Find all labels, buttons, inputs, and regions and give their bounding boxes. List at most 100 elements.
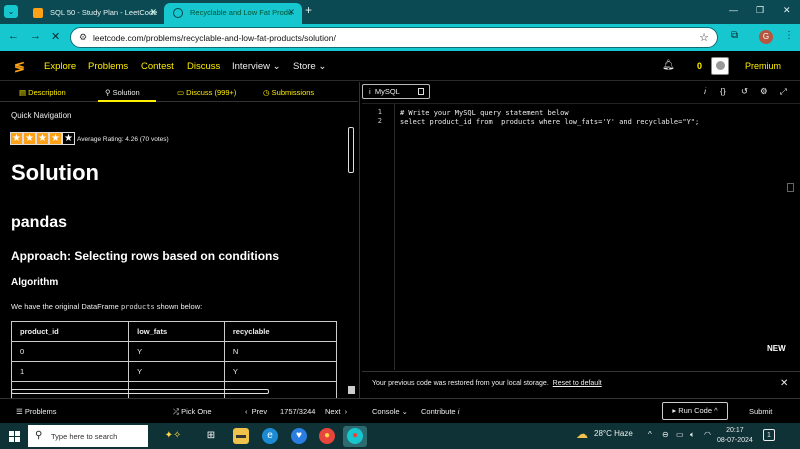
chevron-up-icon[interactable]: ^ (648, 430, 652, 439)
loading-icon (173, 8, 183, 18)
code-line-query[interactable]: select product_id from products where lo… (400, 118, 699, 126)
leetcode-logo-icon[interactable]: ≶ (14, 59, 25, 75)
search-placeholder: Type here to search (51, 432, 118, 441)
coin-count[interactable]: 0 (697, 61, 702, 71)
active-tab-indicator (98, 100, 156, 102)
reset-icon[interactable]: ↺ (741, 86, 748, 97)
file-explorer-icon[interactable]: ▬ (233, 428, 249, 444)
rating-stars[interactable]: ★ ★ ★ ★ ★ (10, 132, 75, 145)
volume-icon[interactable]: 🔈︎ (690, 430, 695, 440)
run-code-button[interactable]: ▸ Run Code ^ (662, 402, 728, 420)
nav-explore[interactable]: Explore (44, 61, 76, 72)
console-label: Console (372, 407, 400, 416)
prev-button[interactable]: ‹ Prev (245, 407, 267, 416)
tab-search-icon[interactable]: ⌄ (4, 5, 18, 18)
submit-button[interactable]: Submit (749, 407, 772, 416)
windows-start-icon[interactable] (9, 431, 20, 442)
chrome-icon[interactable]: ● (347, 428, 363, 444)
scroll-down-arrow[interactable] (348, 386, 355, 394)
edge-icon[interactable]: e (262, 428, 278, 444)
battery-icon[interactable]: ▭ (676, 430, 684, 439)
onedrive-icon[interactable]: ⊖ (662, 430, 669, 439)
close-tab-icon[interactable]: ✕ (287, 3, 295, 22)
tab-solution[interactable]: ⚲ Solution (105, 88, 140, 97)
next-button[interactable]: Next › (325, 407, 347, 416)
restore-icon[interactable]: ❐ (756, 5, 764, 16)
reset-to-default-link[interactable]: Reset to default (553, 380, 602, 387)
star-icon[interactable]: ★ (36, 132, 49, 145)
user-avatar[interactable] (711, 57, 729, 75)
copy-icon[interactable] (787, 183, 794, 192)
table-cell: Y (223, 361, 338, 382)
run-code-label: Run Code (678, 406, 713, 415)
site-info-icon[interactable]: ⚙ (79, 32, 87, 43)
back-icon[interactable]: ← (8, 30, 19, 42)
chevron-down-icon: ⌄ (272, 61, 281, 72)
address-bar[interactable]: ⚙ leetcode.com/problems/recyclable-and-l… (70, 27, 718, 48)
stop-icon[interactable]: ✕ (51, 30, 60, 43)
table-cell: N (223, 341, 338, 362)
premium-link[interactable]: Premium (745, 61, 781, 71)
minimize-icon[interactable]: — (729, 5, 738, 15)
browser-tab-study-plan[interactable]: SQL 50 - Study Plan - LeetCode ✕ (24, 3, 164, 24)
nav-interview[interactable]: Interview ⌄ (232, 61, 281, 72)
contribute-label: Contribute (421, 407, 456, 416)
menu-kebab-icon[interactable]: ⋮ (784, 30, 794, 41)
weather-text[interactable]: 28°C Haze (594, 429, 633, 438)
nav-problems[interactable]: Problems (88, 61, 128, 72)
browser-tab-active[interactable]: Recyclable and Low Fat Produ ✕ (164, 3, 302, 24)
line-number: 1 (377, 108, 382, 116)
table-row: 1 Y Y (10, 361, 338, 382)
tab-description-label: Description (28, 88, 66, 97)
close-window-icon[interactable]: ✕ (783, 5, 791, 16)
solution-title: Solution (11, 160, 99, 185)
average-rating: Average Rating: 4.26 (70 votes) (77, 136, 169, 143)
url-text[interactable]: leetcode.com/problems/recyclable-and-low… (93, 33, 336, 43)
panel-divider[interactable] (359, 82, 360, 398)
settings-icon[interactable]: ⚙ (760, 86, 768, 97)
copilot-sparkle-icon[interactable]: ✦✧ (160, 428, 186, 444)
close-icon[interactable]: ✕ (780, 378, 788, 389)
star-icon[interactable]: ★ (10, 132, 23, 145)
quick-navigation[interactable]: Quick Navigation (11, 111, 71, 120)
contribute-button[interactable]: Contribute i (421, 407, 459, 416)
profile-avatar[interactable]: G (759, 30, 773, 44)
horizontal-scrollbar[interactable] (11, 389, 269, 394)
nav-discuss[interactable]: Discuss (187, 61, 220, 72)
tab-description[interactable]: ▤ Description (19, 88, 66, 97)
tab-title: SQL 50 - Study Plan - LeetCode (50, 8, 158, 17)
language-label: MySQL (374, 87, 400, 96)
language-select[interactable]: i MySQL (362, 84, 430, 99)
braces-icon[interactable]: {} (720, 86, 726, 96)
algorithm-heading: Algorithm (11, 277, 59, 288)
nav-contest[interactable]: Contest (141, 61, 174, 72)
approach-heading: Approach: Selecting rows based on condit… (11, 249, 280, 263)
info-icon[interactable]: 𝑖 (704, 86, 706, 97)
new-tab-button[interactable]: + (305, 3, 312, 17)
taskbar-search[interactable]: ⚲ Type here to search (28, 425, 148, 447)
clock[interactable]: 20:17 08-07-2024 (717, 426, 753, 446)
vertical-scrollbar[interactable] (348, 127, 354, 173)
app-icon[interactable]: ♥ (291, 428, 307, 444)
star-icon[interactable]: ★ (49, 132, 62, 145)
tab-discuss[interactable]: ▭ Discuss (999+) (177, 88, 236, 97)
code-line-comment[interactable]: # Write your MySQL query statement below (400, 109, 569, 117)
nav-store[interactable]: Store ⌄ (293, 61, 326, 72)
extensions-icon[interactable]: ⧉ (731, 30, 738, 41)
task-view-icon[interactable]: ⊞ (203, 428, 219, 444)
bookmark-star-icon[interactable]: ☆ (699, 31, 709, 44)
star-icon[interactable]: ★ (62, 132, 75, 145)
notification-center-icon[interactable]: 1 (763, 429, 775, 441)
fullscreen-icon[interactable]: ⤢ (780, 86, 787, 97)
forward-icon[interactable]: → (30, 30, 41, 42)
tab-submissions[interactable]: ◷ Submissions (263, 88, 314, 97)
new-badge: NEW (767, 344, 786, 353)
close-tab-icon[interactable]: ✕ (149, 3, 157, 22)
chrome-icon[interactable]: ● (319, 428, 335, 444)
pick-one-button[interactable]: ⤮ Pick One (173, 407, 212, 417)
notification-bell-icon[interactable]: 🔔︎ (662, 60, 675, 71)
star-icon[interactable]: ★ (23, 132, 36, 145)
wifi-icon[interactable]: ◠ (704, 430, 711, 439)
problems-button[interactable]: ☰ Problems (16, 407, 57, 416)
console-button[interactable]: Console ⌄ (372, 407, 408, 416)
